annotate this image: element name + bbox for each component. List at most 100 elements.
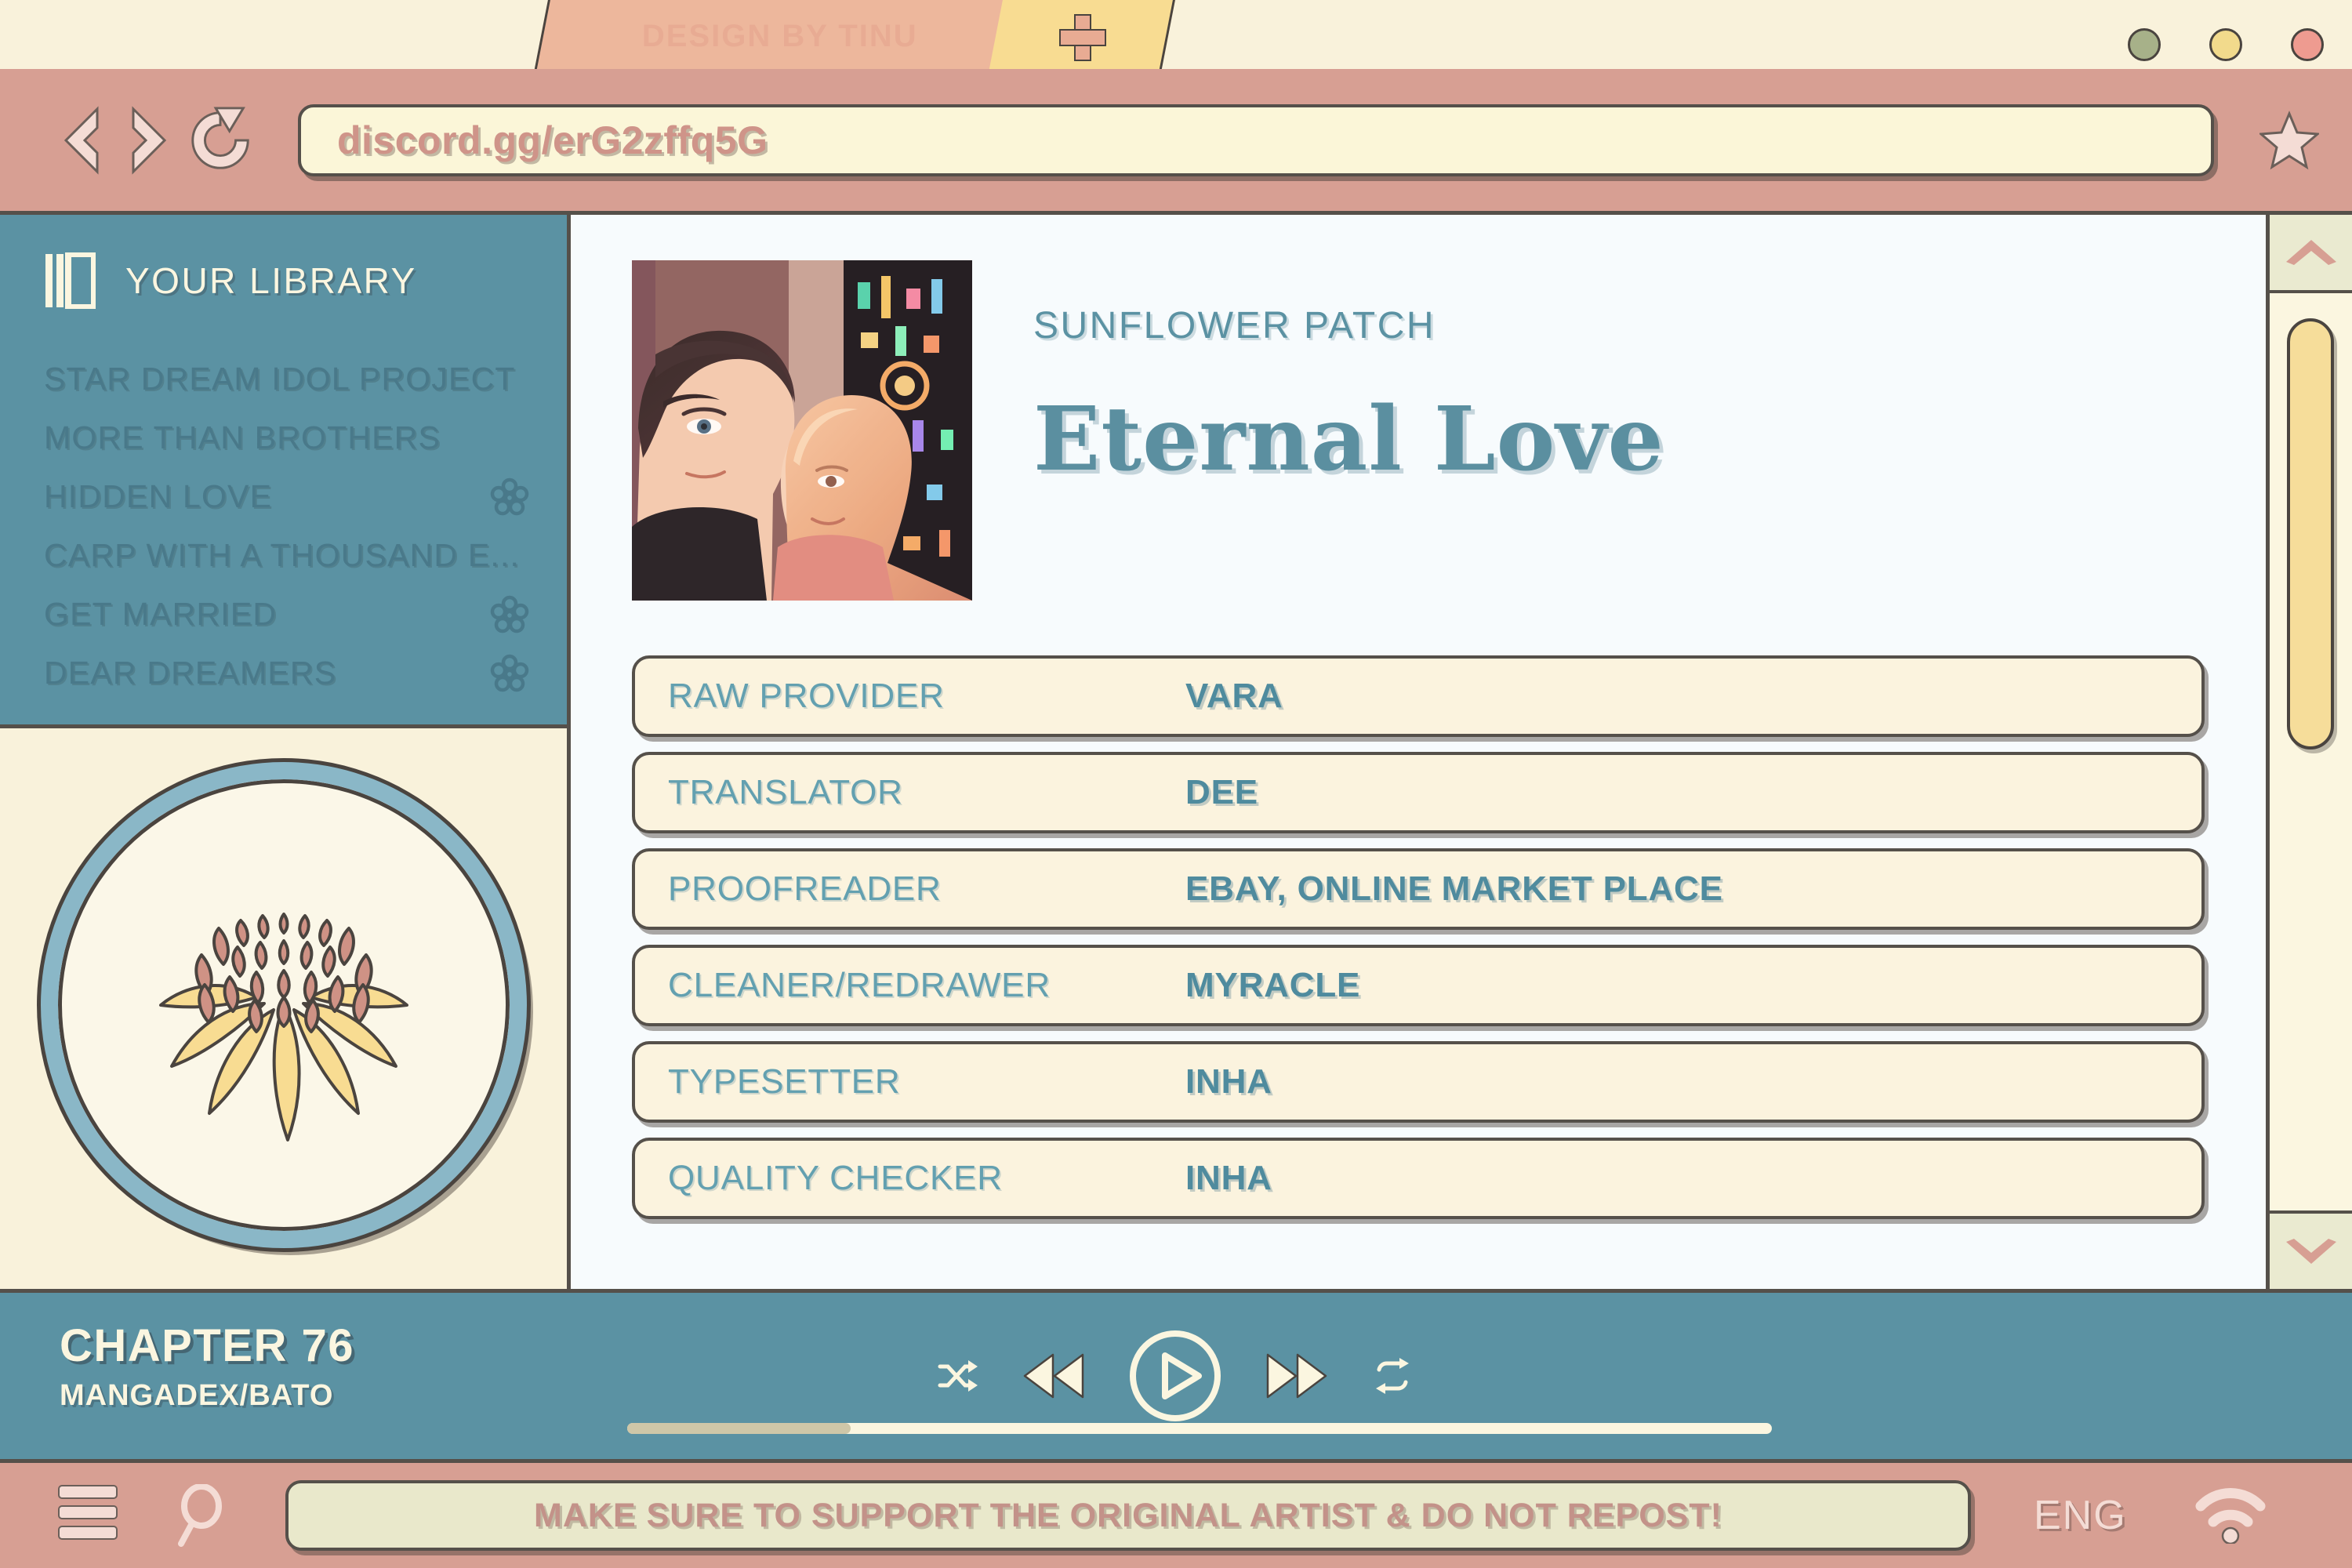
menu-button[interactable] (58, 1485, 118, 1546)
credit-value: VARA (1185, 677, 1283, 715)
credit-row[interactable]: RAW PROVIDER VARA (632, 655, 2205, 737)
chapter-title: CHAPTER 76 (60, 1320, 354, 1371)
library-panel: YOUR LIBRARY STAR DREAM IDOL PROJECT MOR… (0, 215, 567, 728)
play-button[interactable] (1130, 1330, 1221, 1421)
sidebar-item-label: DEAR DREAMERS (44, 655, 337, 691)
search-icon (178, 1484, 222, 1547)
vertical-scrollbar[interactable] (2270, 215, 2352, 1289)
sidebar-item-dear-dreamers[interactable]: DEAR DREAMERS (44, 644, 543, 702)
credit-label: TYPESETTER (668, 1062, 901, 1101)
sidebar-item-more-than-brothers[interactable]: MORE THAN BROTHERS (44, 408, 543, 467)
sidebar-item-label: HIDDEN LOVE (44, 478, 273, 514)
sidebar-item-carp-with-a-thousand[interactable]: CARP WITH A THOUSAND E... (44, 526, 543, 585)
credit-value: MYRACLE (1185, 966, 1361, 1004)
minimize-button[interactable] (2128, 28, 2161, 61)
previous-button[interactable] (1023, 1353, 1084, 1399)
status-banner: MAKE SURE TO SUPPORT THE ORIGINAL ARTIST… (285, 1480, 1971, 1551)
library-title: YOUR LIBRARY (125, 260, 417, 301)
hamburger-icon (58, 1526, 118, 1540)
library-list: STAR DREAM IDOL PROJECT MORE THAN BROTHE… (0, 350, 567, 702)
scroll-up-button[interactable] (2270, 215, 2352, 293)
credit-row[interactable]: CLEANER/REDRAWER MYRACLE (632, 945, 2205, 1026)
credit-value: DEE (1185, 773, 1258, 811)
credit-value: EBAY, ONLINE MARKET PLACE (1185, 869, 1723, 908)
series-meta: SUNFLOWER PATCH Eternal Love (1033, 260, 1664, 601)
page-title: Eternal Love (1033, 388, 1664, 491)
content-area: YOUR LIBRARY STAR DREAM IDOL PROJECT MOR… (0, 215, 2352, 1289)
credit-label: CLEANER/REDRAWER (668, 966, 1051, 1004)
tab-watermark-label: DESIGN BY TINU (642, 18, 918, 53)
chevron-left-icon (64, 105, 99, 175)
sidebar-item-label: GET MARRIED (44, 596, 278, 632)
maximize-button[interactable] (2209, 28, 2242, 61)
credit-row[interactable]: QUALITY CHECKER INHA (632, 1138, 2205, 1219)
sidebar-item-label: CARP WITH A THOUSAND E... (44, 537, 521, 573)
search-button[interactable] (174, 1484, 229, 1547)
url-input[interactable]: discord.gg/erG2zffq5G (298, 103, 2214, 176)
credit-value: INHA (1185, 1062, 1272, 1101)
scroll-thumb[interactable] (2287, 318, 2334, 750)
chevron-right-icon (132, 105, 167, 175)
sidebar-item-hidden-love[interactable]: HIDDEN LOVE (44, 467, 543, 526)
library-header: YOUR LIBRARY (0, 252, 567, 309)
wifi-icon (2195, 1487, 2266, 1544)
browser-window: DESIGN BY TINU discord.gg/erG2zffq5G YOU… (0, 0, 2352, 1568)
play-icon (1130, 1330, 1221, 1421)
reload-button[interactable] (185, 105, 256, 176)
credit-label: RAW PROVIDER (668, 677, 945, 715)
repeat-icon (1376, 1358, 1409, 1394)
sidebar-item-label: STAR DREAM IDOL PROJECT (44, 361, 516, 397)
wifi-button[interactable] (2193, 1484, 2268, 1548)
logo-panel (0, 728, 567, 1289)
sidebar-item-label: MORE THAN BROTHERS (44, 419, 441, 456)
progress-fill (627, 1423, 851, 1434)
chevron-down-icon (2285, 1239, 2336, 1264)
hamburger-icon (58, 1485, 118, 1499)
status-bar: MAKE SURE TO SUPPORT THE ORIGINAL ARTIST… (0, 1463, 2352, 1568)
repeat-button[interactable] (1373, 1357, 1412, 1395)
url-text: discord.gg/erG2zffq5G (337, 118, 768, 162)
credit-row[interactable]: TYPESETTER INHA (632, 1041, 2205, 1123)
back-button[interactable] (44, 105, 114, 176)
shuffle-icon (938, 1360, 978, 1392)
credit-label: PROOFREADER (668, 869, 942, 908)
cover-art (632, 260, 972, 601)
progress-bar[interactable] (627, 1423, 1772, 1434)
sunflower-logo (40, 761, 527, 1248)
scroll-track[interactable] (2270, 293, 2352, 1210)
chapter-info: CHAPTER 76 MANGADEX/BATO (60, 1319, 354, 1413)
series-header: SUNFLOWER PATCH Eternal Love (632, 260, 2205, 601)
sidebar: YOUR LIBRARY STAR DREAM IDOL PROJECT MOR… (0, 215, 571, 1289)
flower-icon (490, 477, 529, 515)
next-button[interactable] (1266, 1353, 1327, 1399)
sidebar-item-star-dream-idol-project[interactable]: STAR DREAM IDOL PROJECT (44, 350, 543, 408)
series-group-label: SUNFLOWER PATCH (1033, 305, 1436, 347)
window-controls (2128, 28, 2324, 61)
forward-button[interactable] (114, 105, 185, 176)
credits-list: RAW PROVIDER VARA TRANSLATOR DEE PROOFRE… (632, 655, 2205, 1219)
scroll-down-button[interactable] (2270, 1210, 2352, 1289)
plus-icon (1059, 14, 1103, 58)
flower-icon (490, 595, 529, 633)
credit-row[interactable]: PROOFREADER EBAY, ONLINE MARKET PLACE (632, 848, 2205, 930)
address-bar: discord.gg/erG2zffq5G (0, 69, 2352, 215)
series-cover[interactable] (632, 260, 972, 601)
bookmark-button[interactable] (2258, 109, 2321, 172)
fast-forward-icon (1266, 1353, 1327, 1399)
sunflower-graphic (158, 912, 408, 1142)
status-message: MAKE SURE TO SUPPORT THE ORIGINAL ARTIST… (534, 1496, 1722, 1534)
transport-controls (937, 1330, 1412, 1421)
hamburger-icon (58, 1505, 118, 1519)
flower-icon (490, 654, 529, 691)
tab-strip: DESIGN BY TINU (0, 0, 2352, 82)
sidebar-item-get-married[interactable]: GET MARRIED (44, 585, 543, 644)
language-indicator[interactable]: ENG (2034, 1492, 2127, 1539)
credit-row[interactable]: TRANSLATOR DEE (632, 752, 2205, 833)
shuffle-button[interactable] (937, 1359, 978, 1393)
main-panel: SUNFLOWER PATCH Eternal Love RAW PROVIDE… (571, 215, 2270, 1289)
credit-value: INHA (1185, 1159, 1272, 1197)
star-icon (2259, 110, 2319, 169)
close-button[interactable] (2291, 28, 2324, 61)
chevron-up-icon (2285, 240, 2336, 265)
rewind-icon (1023, 1353, 1084, 1399)
